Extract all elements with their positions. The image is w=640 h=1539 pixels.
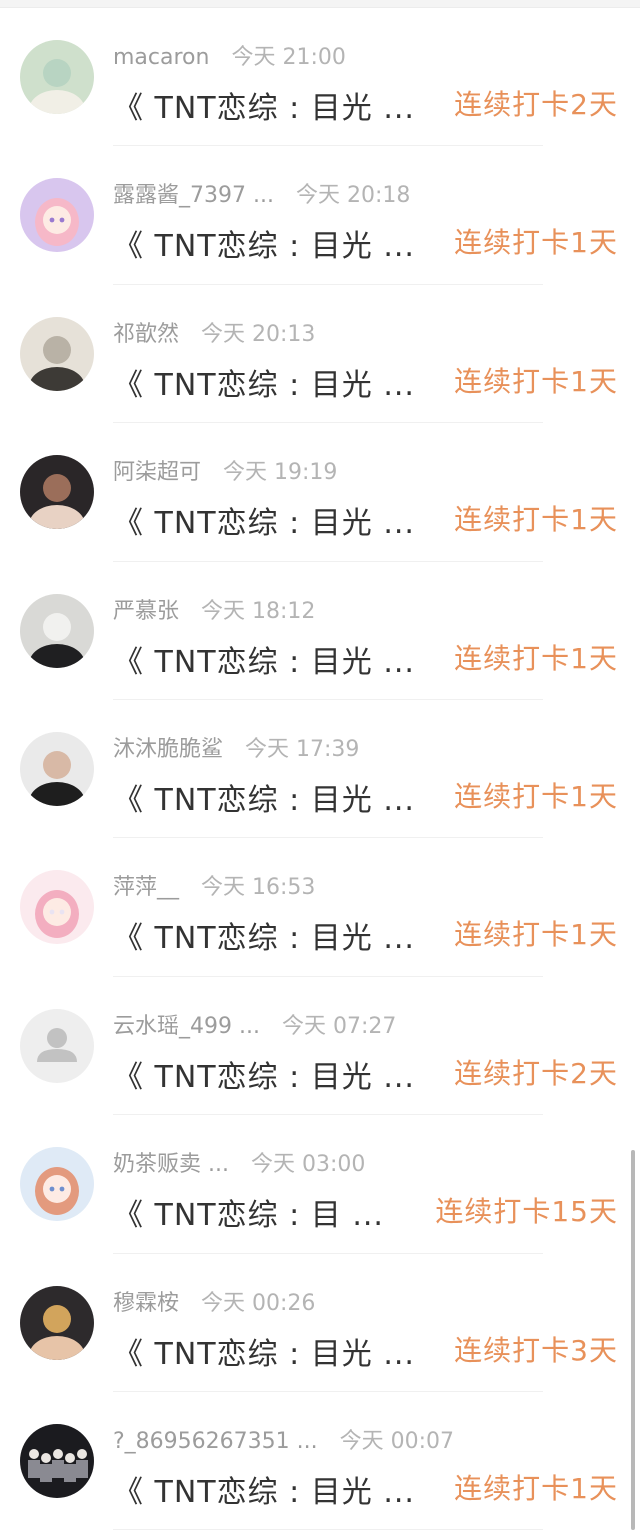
- timestamp: 今天 21:00: [231, 45, 346, 70]
- list-item[interactable]: 阿柒超可 今天 19:19 《 TNT恋综 : 目光 ... 连续打卡1天: [0, 423, 640, 562]
- timestamp: 今天 00:26: [201, 1290, 316, 1316]
- item-body: 《 TNT恋综 : 目光 ... 连续打卡1天: [113, 1467, 620, 1511]
- checkin-streak: 连续打卡1天: [454, 226, 618, 260]
- checkin-streak: 连续打卡1天: [454, 918, 618, 952]
- item-header: 沐沐脆脆鲨 今天 17:39: [113, 731, 359, 763]
- timestamp: 今天 19:19: [223, 460, 338, 486]
- item-header: 萍萍__ 今天 16:53: [113, 869, 315, 901]
- item-header: 露露酱_7397 ... 今天 20:18: [113, 177, 410, 209]
- post-title[interactable]: 《 TNT恋综 : 目光 ...: [113, 360, 415, 404]
- timestamp: 今天 03:00: [250, 1152, 366, 1178]
- photo-avatar[interactable]: [20, 455, 94, 530]
- username[interactable]: 露露酱_7397 ...: [113, 183, 274, 208]
- post-title[interactable]: 《 TNT恋综 : 目光 ...: [113, 775, 415, 819]
- post-title[interactable]: 《 TNT恋综 : 目光 ...: [113, 913, 415, 957]
- timestamp: 今天 00:07: [339, 1428, 455, 1454]
- list-item[interactable]: 云水瑶_499 ... 今天 07:27 《 TNT恋综 : 目光 ... 连续打卡2…: [0, 977, 640, 1116]
- item-body: 《 TNT恋综 : 目光 ... 连续打卡1天: [113, 498, 620, 542]
- item-header: 祁歆然 今天 20:13: [113, 316, 315, 348]
- list-item[interactable]: macaron 今天 21:00 《 TNT恋综 : 目光 ... 连续打卡2天: [0, 8, 640, 147]
- username[interactable]: 沐沐脆脆鲨: [113, 737, 223, 762]
- checkin-streak: 连续打卡2天: [454, 1056, 618, 1090]
- item-body: 《 TNT恋综 : 目光 ... 连续打卡2天: [113, 83, 620, 127]
- list-item[interactable]: ?_86956267351 ... 今天 00:07 《 TNT恋综 : 目光 ..…: [0, 1392, 640, 1531]
- item-header: 云水瑶_499 ... 今天 07:27: [113, 1008, 396, 1040]
- checkin-streak: 连续打卡3天: [454, 1333, 618, 1367]
- checkin-streak: 连续打卡1天: [454, 641, 618, 675]
- item-body: 《 TNT恋综 : 目光 ... 连续打卡2天: [113, 1052, 620, 1096]
- default-user-avatar[interactable]: [20, 1008, 94, 1083]
- username[interactable]: macaron: [113, 45, 209, 70]
- username[interactable]: 云水瑶_499 ...: [113, 1014, 260, 1039]
- item-header: ?_86956267351 ... 今天 00:07: [113, 1423, 454, 1455]
- post-title[interactable]: 《 TNT恋综 : 目 ...: [113, 1190, 384, 1234]
- post-title[interactable]: 《 TNT恋综 : 目光 ...: [113, 1329, 415, 1373]
- timestamp: 今天 20:18: [295, 183, 411, 209]
- item-body: 《 TNT恋综 : 目光 ... 连续打卡1天: [113, 221, 620, 265]
- item-header: 穆霖桉 今天 00:26: [113, 1285, 315, 1317]
- checkin-list: macaron 今天 21:00 《 TNT恋综 : 目光 ... 连续打卡2天 露露酱…: [0, 8, 640, 1531]
- photo-avatar[interactable]: [20, 593, 94, 668]
- photo-avatar[interactable]: [20, 40, 94, 114]
- item-body: 《 TNT恋综 : 目光 ... 连续打卡1天: [113, 637, 620, 681]
- item-body: 《 TNT恋综 : 目 ... 连续打卡15天: [113, 1190, 620, 1234]
- list-item[interactable]: 露露酱_7397 ... 今天 20:18 《 TNT恋综 : 目光 ... 连续打卡…: [0, 146, 640, 285]
- username[interactable]: 奶茶贩卖 ...: [113, 1152, 229, 1177]
- item-body: 《 TNT恋综 : 目光 ... 连续打卡1天: [113, 775, 620, 819]
- list-item[interactable]: 萍萍__ 今天 16:53 《 TNT恋综 : 目光 ... 连续打卡1天: [0, 838, 640, 977]
- scrollbar[interactable]: [631, 1150, 635, 1530]
- post-title[interactable]: 《 TNT恋综 : 目光 ...: [113, 637, 415, 681]
- post-title[interactable]: 《 TNT恋综 : 目光 ...: [113, 1052, 415, 1096]
- anime-girl-avatar[interactable]: [20, 178, 94, 253]
- username[interactable]: 阿柒超可: [113, 460, 201, 485]
- checkin-streak: 连续打卡2天: [454, 88, 618, 121]
- item-header: macaron 今天 21:00: [113, 39, 346, 71]
- username[interactable]: 萍萍__: [113, 875, 179, 900]
- timestamp: 今天 18:12: [201, 598, 316, 624]
- anime-girl-avatar[interactable]: [20, 1147, 94, 1222]
- checkin-streak: 连续打卡15天: [435, 1195, 618, 1229]
- list-item[interactable]: 祁歆然 今天 20:13 《 TNT恋综 : 目光 ... 连续打卡1天: [0, 285, 640, 424]
- top-edge: [0, 0, 640, 8]
- item-header: 奶茶贩卖 ... 今天 03:00: [113, 1146, 365, 1178]
- item-body: 《 TNT恋综 : 目光 ... 连续打卡1天: [113, 913, 620, 957]
- username[interactable]: 祁歆然: [113, 322, 179, 347]
- list-item[interactable]: 严慕张 今天 18:12 《 TNT恋综 : 目光 ... 连续打卡1天: [0, 562, 640, 700]
- username[interactable]: 穆霖桉: [113, 1291, 179, 1316]
- group-photo-avatar[interactable]: [20, 1423, 94, 1498]
- photo-avatar[interactable]: [20, 1285, 94, 1360]
- item-header: 严慕张 今天 18:12: [113, 593, 315, 625]
- anime-girl-avatar[interactable]: [20, 870, 94, 945]
- item-body: 《 TNT恋综 : 目光 ... 连续打卡1天: [113, 360, 620, 404]
- username[interactable]: ?_86956267351 ...: [113, 1429, 318, 1454]
- username[interactable]: 严慕张: [113, 599, 179, 624]
- list-item[interactable]: 沐沐脆脆鲨 今天 17:39 《 TNT恋综 : 目光 ... 连续打卡1天: [0, 700, 640, 839]
- photo-avatar[interactable]: [20, 316, 94, 391]
- photo-avatar[interactable]: [20, 731, 94, 806]
- item-header: 阿柒超可 今天 19:19: [113, 454, 337, 486]
- checkin-streak: 连续打卡1天: [454, 364, 618, 398]
- item-body: 《 TNT恋综 : 目光 ... 连续打卡3天: [113, 1329, 620, 1373]
- timestamp: 今天 17:39: [245, 736, 360, 762]
- list-item[interactable]: 穆霖桉 今天 00:26 《 TNT恋综 : 目光 ... 连续打卡3天: [0, 1254, 640, 1392]
- checkin-streak: 连续打卡1天: [454, 1471, 618, 1505]
- timestamp: 今天 20:13: [201, 321, 316, 347]
- timestamp: 今天 07:27: [281, 1013, 397, 1039]
- post-title[interactable]: 《 TNT恋综 : 目光 ...: [113, 221, 415, 265]
- divider: [113, 1529, 543, 1531]
- post-title[interactable]: 《 TNT恋综 : 目光 ...: [113, 498, 415, 542]
- list-item[interactable]: 奶茶贩卖 ... 今天 03:00 《 TNT恋综 : 目 ... 连续打卡15天: [0, 1115, 640, 1254]
- checkin-streak: 连续打卡1天: [454, 779, 618, 813]
- timestamp: 今天 16:53: [201, 875, 316, 901]
- post-title[interactable]: 《 TNT恋综 : 目光 ...: [113, 83, 415, 127]
- post-title[interactable]: 《 TNT恋综 : 目光 ...: [113, 1467, 415, 1511]
- checkin-streak: 连续打卡1天: [454, 503, 618, 537]
